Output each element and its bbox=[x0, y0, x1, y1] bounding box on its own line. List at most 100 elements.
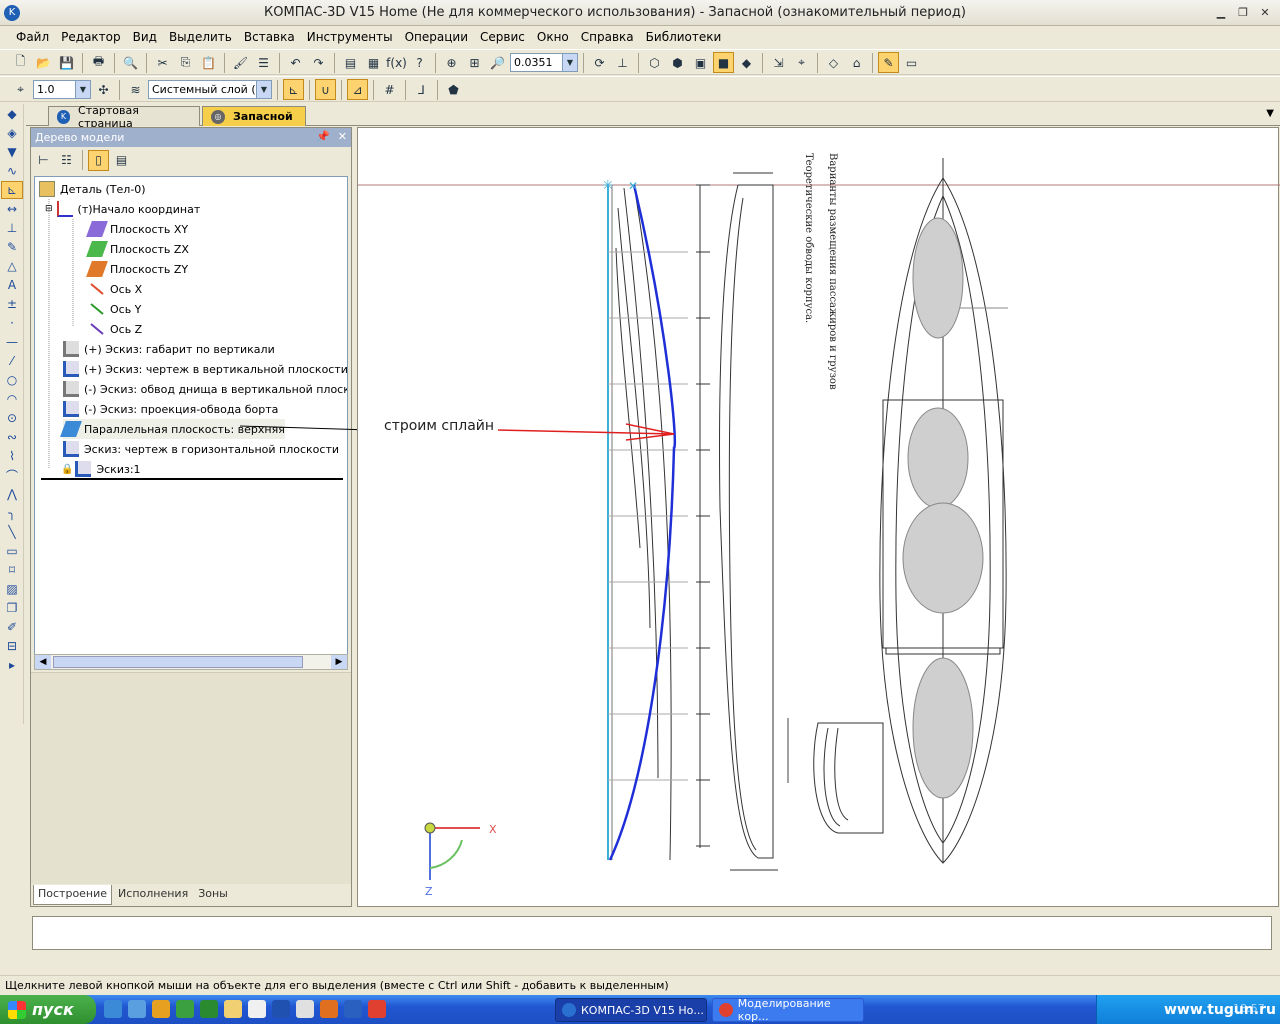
arrays-icon[interactable]: ∿ bbox=[1, 162, 23, 180]
scroll-left-icon[interactable]: ◀ bbox=[35, 655, 51, 669]
spatial-curves-icon[interactable]: ◈ bbox=[1, 124, 23, 142]
tree-item-origin[interactable]: ⊟ (т)Начало координат bbox=[45, 199, 200, 219]
scroll-right-icon[interactable]: ▶ bbox=[331, 655, 347, 669]
dimensions-icon[interactable]: ↔ bbox=[1, 200, 23, 218]
print-icon[interactable]: 🖶 bbox=[88, 52, 109, 73]
task-browser[interactable]: Моделирование кор... bbox=[712, 997, 864, 1023]
tab-variants[interactable]: Исполнения bbox=[114, 885, 192, 905]
zoom-icon[interactable]: 🔎 bbox=[487, 52, 508, 73]
tree-item-axis-y[interactable]: Ось Y bbox=[89, 299, 141, 319]
sheet-metal-icon[interactable]: ✎ bbox=[1, 238, 23, 256]
ortho-icon[interactable]: ⊿ bbox=[347, 79, 368, 100]
edit-mode-icon[interactable]: ✎ bbox=[878, 52, 899, 73]
close-button[interactable]: ✕ bbox=[1256, 5, 1274, 21]
rectangle-icon[interactable]: ▭ bbox=[1, 542, 23, 560]
variables-icon[interactable]: f(x) bbox=[386, 52, 407, 73]
measure-icon[interactable]: △ bbox=[1, 257, 23, 275]
puzzle-icon[interactable] bbox=[200, 1000, 218, 1018]
line-icon[interactable]: — bbox=[1, 333, 23, 351]
media-icon[interactable] bbox=[272, 1000, 290, 1018]
manager-icon[interactable]: ▤ bbox=[340, 52, 361, 73]
insert-icon[interactable]: ⊟ bbox=[1, 637, 23, 655]
save-icon[interactable]: 💾 bbox=[56, 52, 77, 73]
objects-icon[interactable]: ⌂ bbox=[846, 52, 867, 73]
shaded-edges-icon[interactable]: ■ bbox=[713, 52, 734, 73]
segment-icon[interactable]: ⁄ bbox=[1, 352, 23, 370]
tree-item-plane-zx[interactable]: Плоскость ZX bbox=[86, 239, 189, 259]
extra-icon[interactable]: ▭ bbox=[901, 52, 922, 73]
new-file-icon[interactable]: 🗋 bbox=[10, 52, 31, 73]
sketch-mode-icon[interactable]: ⊾ bbox=[283, 79, 304, 100]
magnet-icon[interactable]: ∪ bbox=[315, 79, 336, 100]
point-icon[interactable]: · bbox=[1, 314, 23, 332]
tree-item-sketch[interactable]: Эскиз: чертеж в горизонтальной плоскости bbox=[63, 439, 339, 459]
tool-icon[interactable] bbox=[176, 1000, 194, 1018]
undo-icon[interactable]: ↶ bbox=[285, 52, 306, 73]
grid-icon[interactable]: # bbox=[379, 79, 400, 100]
snap-icon[interactable]: ⌖ bbox=[791, 52, 812, 73]
perspective-icon[interactable]: ◆ bbox=[736, 52, 757, 73]
cut-icon[interactable]: ✂ bbox=[152, 52, 173, 73]
tree-item-plane-xy[interactable]: Плоскость XY bbox=[86, 219, 188, 239]
sketch-view-icon[interactable]: ◇ bbox=[823, 52, 844, 73]
bezier-icon[interactable]: ⌇ bbox=[1, 447, 23, 465]
circle-icon[interactable]: ○ bbox=[1, 371, 23, 389]
tree-item-axis-z[interactable]: Ось Z bbox=[89, 319, 142, 339]
messenger-icon[interactable] bbox=[128, 1000, 146, 1018]
tree-item-sketch[interactable]: (-) Эскиз: обвод днища в вертикальной пл… bbox=[63, 379, 347, 399]
tree-hscrollbar[interactable]: ◀ ▶ bbox=[34, 654, 348, 670]
library-icon[interactable]: ▦ bbox=[363, 52, 384, 73]
help-pointer-icon[interactable]: ? bbox=[409, 52, 430, 73]
step-button-icon[interactable]: ✣ bbox=[93, 79, 114, 100]
menu-window[interactable]: Окно bbox=[531, 27, 575, 47]
tree-item-part[interactable]: Деталь (Тел-0) bbox=[39, 179, 146, 199]
tree-item-axis-x[interactable]: Ось X bbox=[89, 279, 142, 299]
shaded-icon[interactable]: ▣ bbox=[690, 52, 711, 73]
tab-start-page[interactable]: K Стартовая страница bbox=[48, 104, 200, 130]
copy-icon[interactable]: ⎘ bbox=[175, 52, 196, 73]
panel-close-icon[interactable]: ✕ bbox=[338, 130, 347, 143]
tree-item-plane-zy[interactable]: Плоскость ZY bbox=[86, 259, 188, 279]
tree-mode-icon[interactable]: ▯ bbox=[88, 149, 109, 171]
tabs-menu-icon[interactable]: ▼ bbox=[1266, 108, 1274, 119]
menu-insert[interactable]: Вставка bbox=[238, 27, 301, 47]
hidden-lines-icon[interactable]: ⬢ bbox=[667, 52, 688, 73]
open-file-icon[interactable]: 📂 bbox=[33, 52, 54, 73]
diagnostics-icon[interactable]: ⊥ bbox=[1, 219, 23, 237]
filters-icon[interactable]: ± bbox=[1, 295, 23, 313]
arc-icon[interactable]: ◠ bbox=[1, 390, 23, 408]
menu-operations[interactable]: Операции bbox=[399, 27, 474, 47]
restore-button[interactable]: ❐ bbox=[1234, 5, 1252, 21]
step-combo[interactable]: 1.0 ▼ bbox=[33, 80, 91, 99]
symbol-icon[interactable]: A bbox=[1, 276, 23, 294]
preview-icon[interactable]: 🔍 bbox=[120, 52, 141, 73]
spline-icon[interactable]: ∾ bbox=[1, 428, 23, 446]
wireframe-icon[interactable]: ⬡ bbox=[644, 52, 665, 73]
tree-item-sketch[interactable]: (-) Эскиз: проекция-обвода борта bbox=[63, 399, 278, 419]
orientation-icon[interactable]: ⊥ bbox=[612, 52, 633, 73]
properties-icon[interactable]: 🖌 bbox=[230, 52, 251, 73]
zoom-all-icon[interactable]: ⊞ bbox=[464, 52, 485, 73]
menu-libraries[interactable]: Библиотеки bbox=[640, 27, 728, 47]
menu-service[interactable]: Сервис bbox=[474, 27, 531, 47]
zoom-combo[interactable]: 0.0351 ▼ bbox=[510, 53, 578, 72]
paste-icon[interactable]: 📋 bbox=[198, 52, 219, 73]
tree-list-icon[interactable]: ☷ bbox=[56, 150, 77, 171]
layer-combo[interactable]: Системный слой (0) ▼ bbox=[148, 80, 272, 99]
layer-icon[interactable]: ≋ bbox=[125, 79, 146, 100]
edit-details-icon[interactable]: ◆ bbox=[1, 105, 23, 123]
local-cs-icon[interactable]: ⅃ bbox=[411, 79, 432, 100]
menu-view[interactable]: Вид bbox=[127, 27, 163, 47]
nurbs-icon[interactable]: ⋀ bbox=[1, 485, 23, 503]
zoom-window-icon[interactable]: ⊕ bbox=[441, 52, 462, 73]
tree-props-icon[interactable]: ▤ bbox=[111, 150, 132, 171]
tab-zones[interactable]: Зоны bbox=[194, 885, 232, 905]
expand-icon[interactable]: ▸ bbox=[1, 656, 23, 674]
properties-box[interactable] bbox=[32, 916, 1272, 950]
start-button[interactable]: пуск bbox=[0, 995, 96, 1024]
rotate-icon[interactable]: ⟳ bbox=[589, 52, 610, 73]
tree-item-sketch[interactable]: (+) Эскиз: чертеж в вертикальной плоскос… bbox=[63, 359, 347, 379]
tree-item-sketch[interactable]: (+) Эскиз: габарит по вертикали bbox=[63, 339, 275, 359]
copy-objects-icon[interactable]: ❐ bbox=[1, 599, 23, 617]
chamfer-icon[interactable]: ╲ bbox=[1, 523, 23, 541]
